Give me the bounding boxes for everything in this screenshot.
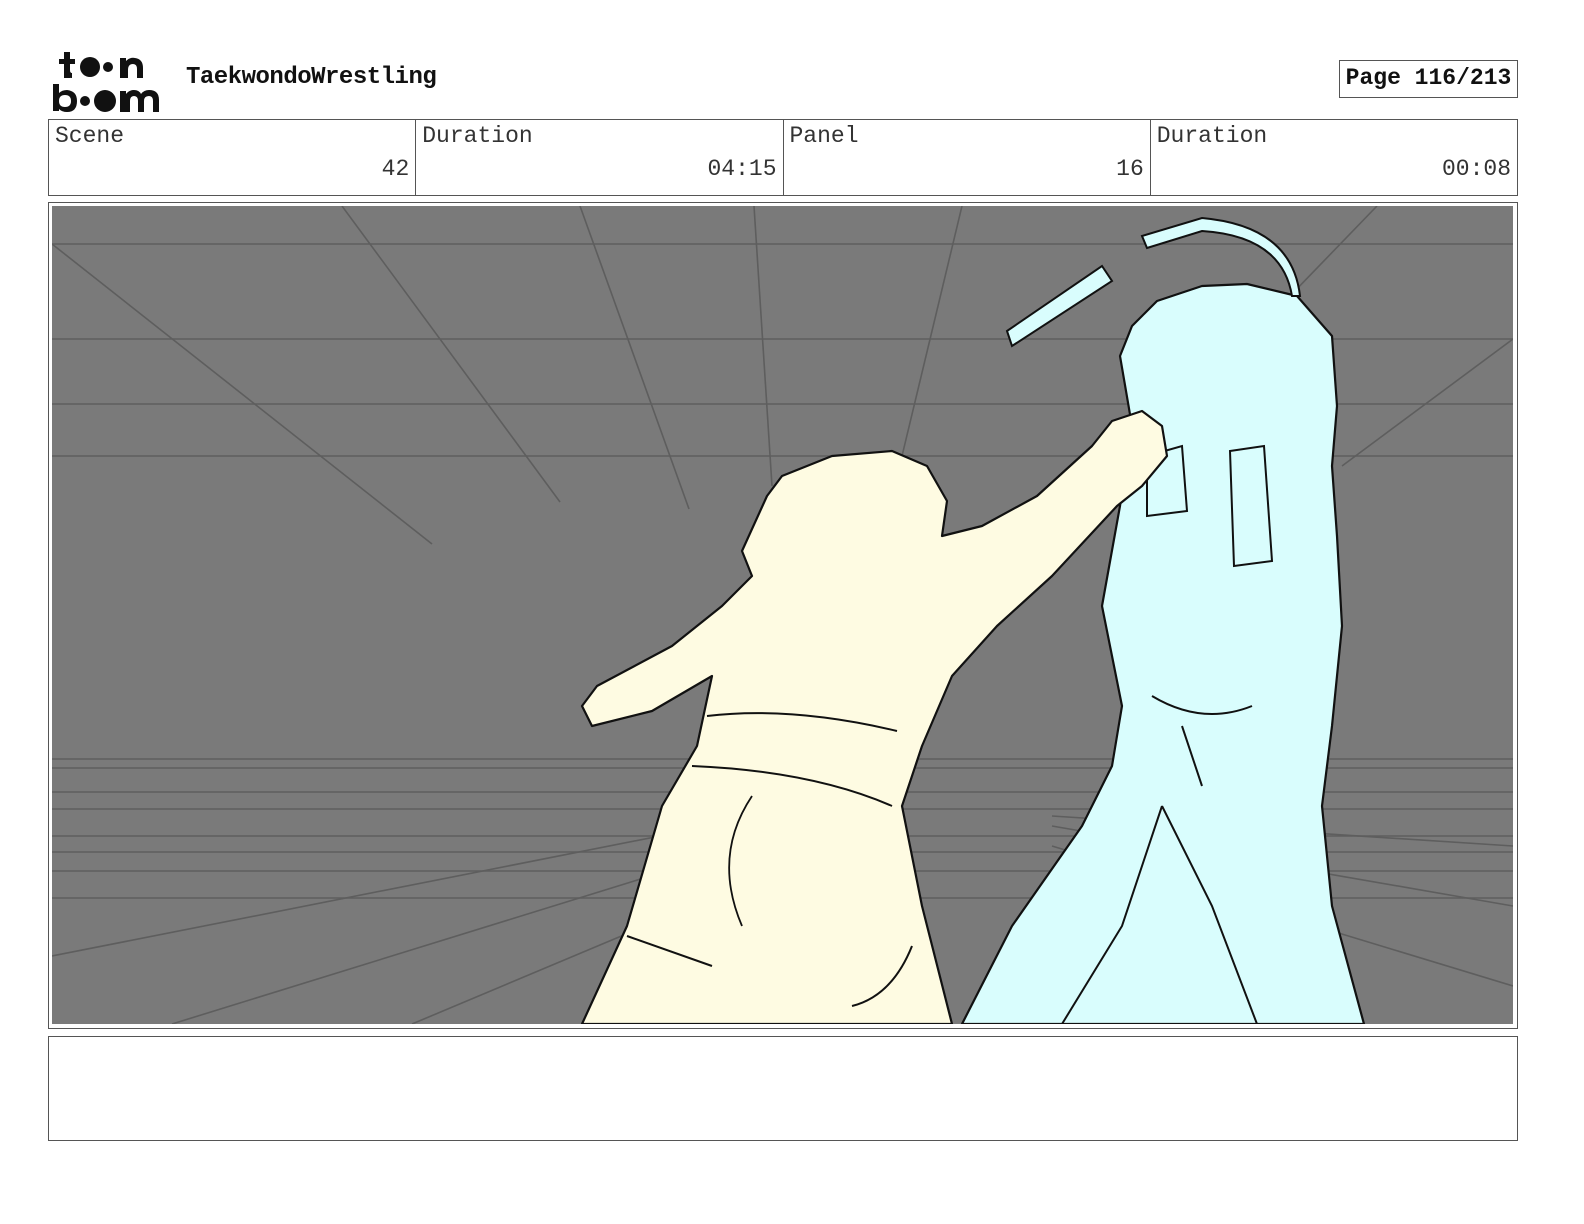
scene-duration-label: Duration	[422, 123, 533, 149]
scene-duration-value: 04:15	[707, 156, 777, 182]
panel-value: 16	[1116, 156, 1144, 182]
panel-duration-cell: Duration 00:08	[1151, 120, 1517, 195]
scene-duration-cell: Duration 04:15	[416, 120, 784, 195]
panel-cell: Panel 16	[784, 120, 1151, 195]
scene-label: Scene	[55, 123, 125, 149]
panel-notes-box	[48, 1036, 1518, 1141]
panel-duration-value: 00:08	[1441, 156, 1511, 182]
panel-drawing	[52, 206, 1513, 1024]
scene-value: 42	[381, 156, 410, 182]
scene-cell: Scene 42	[49, 120, 417, 195]
panel-duration-label: Duration	[1156, 123, 1268, 149]
storyboard-panel	[48, 202, 1518, 1029]
scene-info-table: Scene 42 Duration 04:15 Panel 16 Duratio…	[48, 119, 1518, 196]
page-label: Page 116/213	[1345, 65, 1512, 91]
page-indicator: Page 116/213	[1339, 60, 1518, 98]
toon-boom-logo	[53, 52, 159, 112]
panel-label: Panel	[789, 123, 859, 149]
project-title: TaekwondoWrestling	[186, 64, 437, 91]
